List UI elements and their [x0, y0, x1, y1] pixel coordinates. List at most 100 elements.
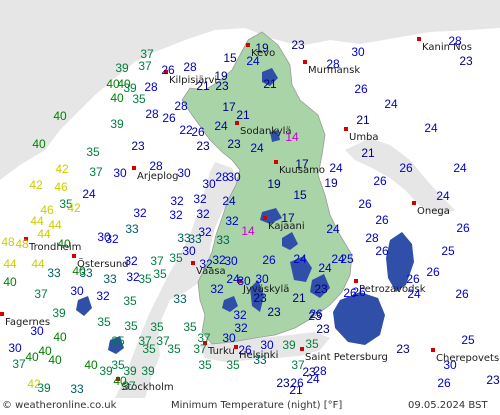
temperature-value: 26: [455, 287, 469, 301]
temperature-value: 26: [238, 343, 252, 357]
temperature-value: 15: [293, 188, 307, 202]
temperature-value: 40: [57, 237, 71, 251]
weather-map: KevoMurmanskKanin NosKilpisjärviSodankyl…: [0, 0, 500, 398]
temperature-value: 25: [461, 333, 475, 347]
temperature-value: 39: [37, 381, 51, 395]
temperature-value: 23: [459, 54, 473, 68]
temperature-value: 42: [55, 162, 69, 176]
temperature-value: 28: [174, 99, 188, 113]
temperature-value: 15: [223, 51, 237, 65]
temperature-value: 40: [3, 275, 17, 289]
temperature-value: 26: [162, 111, 176, 125]
temperature-value: 23: [316, 322, 330, 336]
city-marker: [412, 201, 416, 205]
temperature-value: 19: [324, 176, 338, 190]
temperature-value: 35: [132, 92, 146, 106]
temperature-value: 30: [30, 324, 44, 338]
temperature-value: 44: [30, 214, 44, 228]
temperature-value: 32: [234, 321, 248, 335]
temperature-value: 23: [215, 79, 229, 93]
temperature-value: 28: [144, 80, 158, 94]
temperature-value: 30: [443, 358, 457, 372]
city-label: Turku: [207, 346, 235, 357]
source-credit[interactable]: © weatheronline.co.uk: [2, 400, 116, 411]
temperature-value: 24: [226, 272, 240, 286]
temperature-value: 26: [161, 63, 175, 77]
temperature-value: 26: [426, 265, 440, 279]
temperature-value: 24: [436, 189, 450, 203]
temperature-value: 35: [86, 145, 100, 159]
city-label: Umba: [349, 132, 379, 143]
temperature-value: 24: [318, 261, 332, 275]
city-marker: [417, 37, 421, 41]
temperature-value: 35: [124, 319, 138, 333]
temperature-value: 23: [486, 373, 500, 387]
temperature-value: 35: [183, 320, 197, 334]
temperature-value: 23: [267, 305, 281, 319]
temperature-value: 21: [292, 291, 306, 305]
city-marker: [344, 127, 348, 131]
temperature-value: 24: [384, 97, 398, 111]
temperature-value: 19: [267, 177, 281, 191]
temperature-value: 30: [202, 177, 216, 191]
temperature-value: 14: [241, 224, 255, 238]
city-marker: [354, 279, 358, 283]
temperature-value: 30: [113, 166, 127, 180]
temperature-value: 28: [326, 57, 340, 71]
temperature-value: 32: [124, 254, 138, 268]
temperature-value: 17: [281, 211, 295, 225]
temperature-value: 33: [216, 233, 230, 247]
temperature-value: 40: [53, 330, 67, 344]
temperature-value: 37: [122, 379, 136, 393]
temperature-value: 35: [142, 342, 156, 356]
temperature-value: 39: [115, 61, 129, 75]
temperature-value: 21: [289, 383, 303, 397]
city-label: Kilpisjärvi: [169, 75, 217, 86]
temperature-value: 40: [48, 353, 62, 367]
city-marker: [0, 312, 4, 316]
temperature-value: 26: [354, 82, 368, 96]
temperature-value: 24: [82, 187, 96, 201]
city-marker: [191, 261, 195, 265]
temperature-value: 39: [110, 117, 124, 131]
temperature-value: 30: [8, 341, 22, 355]
temperature-value: 24: [222, 194, 236, 208]
map-footer: © weatheronline.co.uk Minimum Temperatur…: [0, 398, 500, 415]
city-marker: [300, 347, 304, 351]
temperature-value: 26: [375, 213, 389, 227]
temperature-value: 40: [110, 91, 124, 105]
temperature-value: 32: [133, 206, 147, 220]
temperature-value: 35: [226, 358, 240, 372]
temperature-value: 39: [141, 364, 155, 378]
temperature-value: 33: [103, 272, 117, 286]
temperature-value: 33: [253, 353, 267, 367]
temperature-value: 28: [149, 159, 163, 173]
temperature-value: 21: [236, 108, 250, 122]
city-label: Kanin Nos: [422, 42, 472, 53]
temperature-value: 23: [227, 137, 241, 151]
temperature-value: 33: [47, 266, 61, 280]
temperature-value: 32: [199, 257, 213, 271]
temperature-value: 26: [406, 272, 420, 286]
temperature-value: 24: [293, 252, 307, 266]
temperature-value: 30: [255, 272, 269, 286]
temperature-value: 24: [329, 161, 343, 175]
temperature-value: 32: [210, 282, 224, 296]
temperature-value: 28: [448, 34, 462, 48]
temperature-value: 40: [84, 358, 98, 372]
city-marker: [303, 60, 307, 64]
temperature-value: 24: [250, 141, 264, 155]
temperature-value: 37: [193, 342, 207, 356]
temperature-value: 21: [263, 77, 277, 91]
map-title: Minimum Temperature (night) [°F]: [171, 400, 342, 411]
city-marker: [431, 348, 435, 352]
temperature-value: 21: [356, 113, 370, 127]
temperature-value: 44: [31, 257, 45, 271]
temperature-value: 24: [453, 161, 467, 175]
temperature-value: 32: [193, 192, 207, 206]
temperature-value: 40: [53, 109, 67, 123]
temperature-value: 32: [225, 214, 239, 228]
temperature-value: 32: [170, 194, 184, 208]
temperature-value: 44: [37, 227, 51, 241]
temperature-value: 24: [214, 119, 228, 133]
